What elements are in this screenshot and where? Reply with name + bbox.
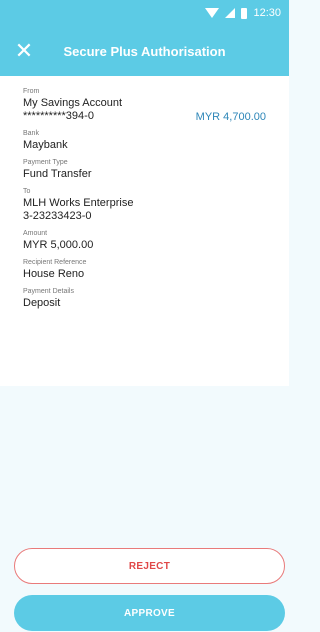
amount-label: Amount (23, 230, 48, 237)
status-bar: 12:30 (0, 0, 289, 26)
wifi-icon (205, 8, 220, 18)
payment-details-label: Payment Details (23, 288, 74, 295)
close-icon[interactable]: ✕ (0, 26, 48, 76)
bank-label: Bank (23, 130, 39, 137)
from-account: My Savings Account (23, 97, 123, 109)
status-time: 12:30 (253, 7, 281, 19)
payment-type-value: Fund Transfer (23, 168, 92, 180)
payment-type-label: Payment Type (23, 159, 68, 166)
from-balance: MYR 4,700.00 (195, 111, 266, 123)
to-label: To (23, 188, 31, 195)
signal-icon (225, 8, 236, 18)
recipient-reference-value: House Reno (23, 268, 85, 280)
recipient-reference-label: Recipient Reference (23, 259, 87, 266)
to-name: MLH Works Enterprise (23, 197, 134, 209)
payment-type-field: Payment Type Fund Transfer (23, 159, 266, 181)
amount-value: MYR 5,000.00 (23, 239, 94, 251)
transaction-details: From My Savings Account **********394-0 … (0, 76, 289, 386)
recipient-reference-field: Recipient Reference House Reno (23, 259, 266, 281)
payment-details-field: Payment Details Deposit (23, 288, 266, 310)
to-field: To MLH Works Enterprise 3-23233423-0 (23, 188, 266, 223)
from-label: From (23, 88, 40, 95)
approve-button[interactable]: APPROVE (14, 595, 285, 631)
payment-details-value: Deposit (23, 297, 61, 309)
amount-field: Amount MYR 5,000.00 (23, 230, 266, 252)
battery-icon (241, 7, 248, 19)
bank-value: Maybank (23, 139, 68, 151)
bank-field: Bank Maybank (23, 130, 266, 152)
app-bar: ✕ Secure Plus Authorisation (0, 26, 289, 76)
from-field: From My Savings Account **********394-0 … (23, 88, 266, 123)
to-account-number: 3-23233423-0 (23, 210, 92, 222)
from-account-number: **********394-0 (23, 110, 94, 122)
reject-button[interactable]: REJECT (14, 548, 285, 584)
